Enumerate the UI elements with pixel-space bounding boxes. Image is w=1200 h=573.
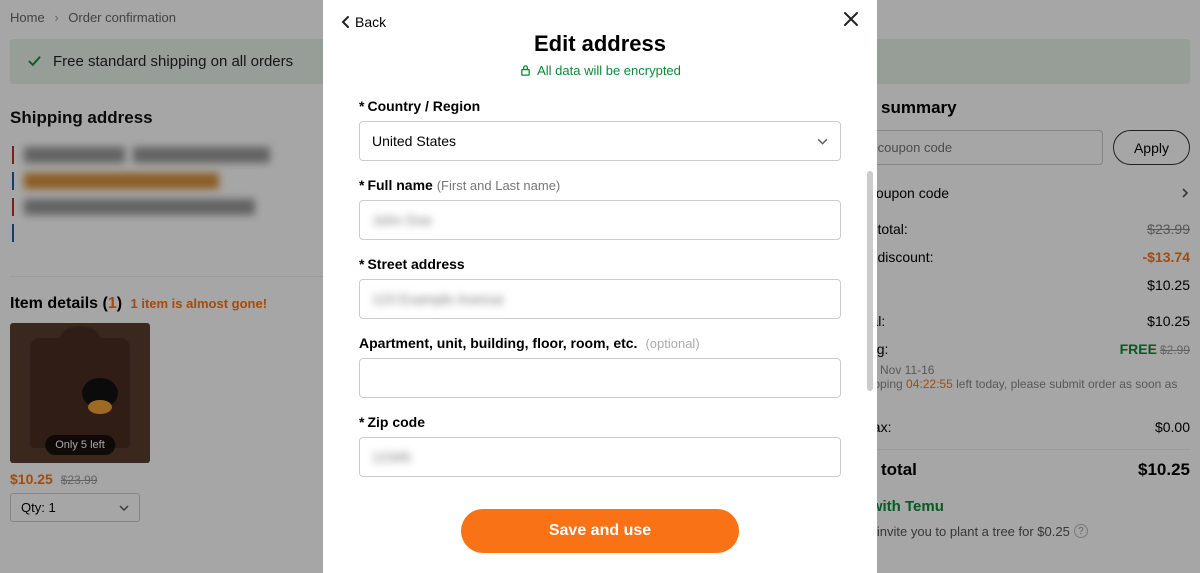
- chevron-left-icon: [341, 15, 351, 29]
- zip-label: *Zip code: [359, 414, 841, 430]
- page: Home › Order confirmation Free standard …: [0, 0, 1200, 573]
- save-and-use-button[interactable]: Save and use: [461, 509, 739, 553]
- fullname-input[interactable]: John Doe: [359, 200, 841, 240]
- apt-input[interactable]: [359, 358, 841, 398]
- close-icon: [843, 11, 859, 27]
- street-label: *Street address: [359, 256, 841, 272]
- zip-input[interactable]: 12345: [359, 437, 841, 477]
- country-select[interactable]: United States: [359, 121, 841, 161]
- address-form: *Country / Region United States *Full na…: [323, 78, 877, 495]
- scrollbar[interactable]: [867, 171, 873, 391]
- lock-icon: [519, 64, 532, 77]
- edit-address-modal: Back Edit address All data will be encry…: [323, 0, 877, 573]
- modal-title: Edit address: [323, 31, 877, 57]
- back-button[interactable]: Back: [341, 14, 386, 30]
- fullname-label: *Full name (First and Last name): [359, 177, 841, 193]
- street-input[interactable]: 123 Example Avenue: [359, 279, 841, 319]
- chevron-down-icon: [817, 136, 828, 147]
- close-button[interactable]: [843, 10, 859, 33]
- apt-label: Apartment, unit, building, floor, room, …: [359, 335, 841, 351]
- country-label: *Country / Region: [359, 98, 841, 114]
- encryption-notice: All data will be encrypted: [323, 63, 877, 78]
